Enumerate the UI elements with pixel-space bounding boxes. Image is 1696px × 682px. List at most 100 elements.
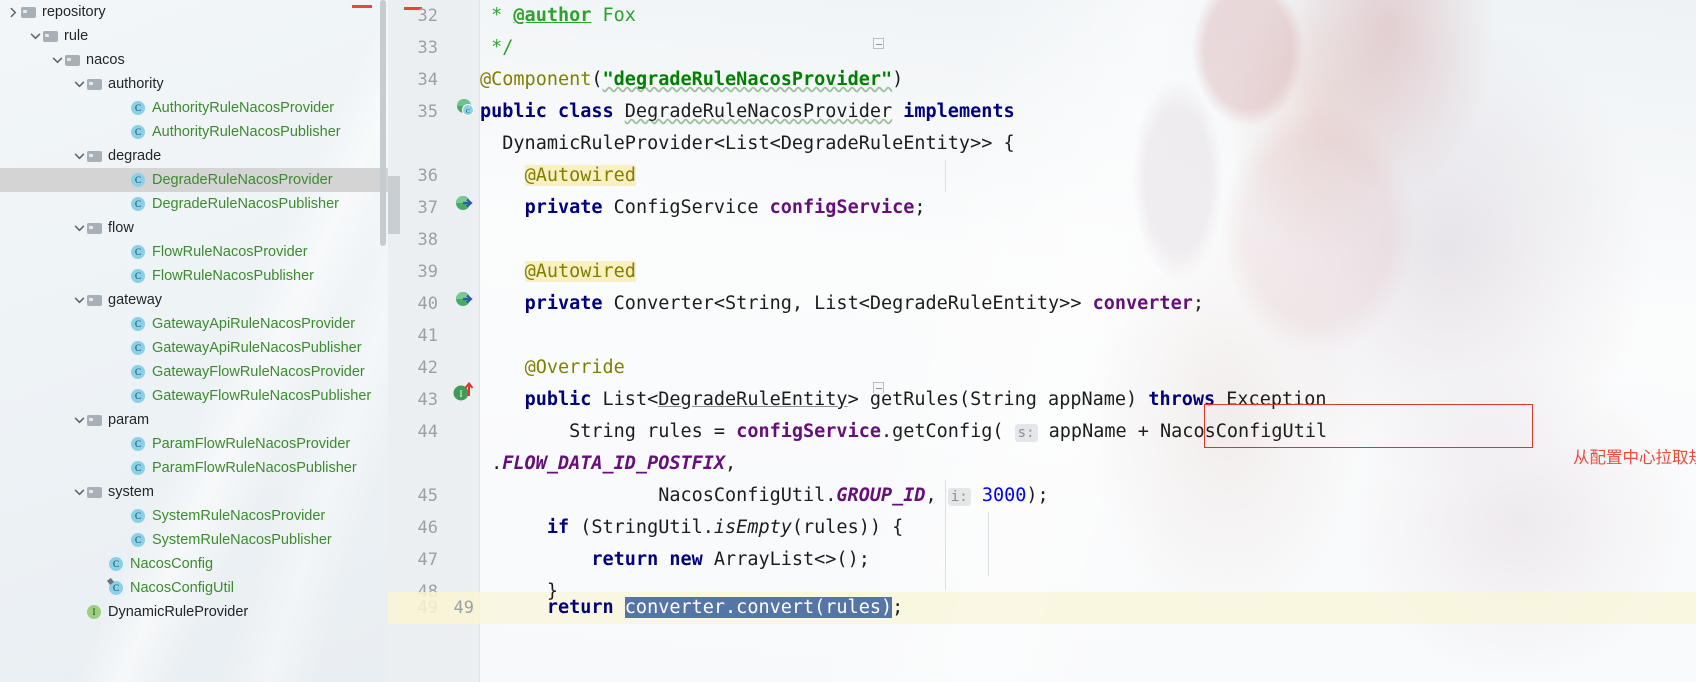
fold-region-marker[interactable] <box>456 5 478 27</box>
tree-item-nacosconfig[interactable]: NacosConfig <box>0 552 388 576</box>
tree-item-label: NacosConfig <box>130 556 214 572</box>
java-class-icon <box>108 556 125 572</box>
code-line-42[interactable]: @Override <box>480 352 625 384</box>
code-line-44-wrap[interactable]: .FLOW_DATA_ID_POSTFIX, <box>480 448 736 480</box>
code-line-39[interactable]: @Autowired <box>480 256 636 288</box>
line-number-45[interactable]: 45 <box>388 480 480 512</box>
tree-item-label: SystemRuleNacosProvider <box>152 508 326 524</box>
java-class-icon <box>130 316 147 332</box>
tree-item-gatewayflowrulenacosprovider[interactable]: GatewayFlowRuleNacosProvider <box>0 360 388 384</box>
code-line-46[interactable]: if (StringUtil.isEmpty(rules)) { <box>480 512 903 544</box>
line-number-36[interactable]: 36 <box>388 160 480 192</box>
tree-item-systemrulenacosprovider[interactable]: SystemRuleNacosProvider <box>0 504 388 528</box>
project-tree-list[interactable]: repository rule nacos authority AuthorityRul… <box>0 0 388 624</box>
code-line-34[interactable]: @Component("degradeRuleNacosProvider") <box>480 64 903 96</box>
folder-icon <box>86 484 103 500</box>
tree-item-label: NacosConfigUtil <box>130 580 234 596</box>
tree-item-label: AuthorityRuleNacosPublisher <box>152 124 341 140</box>
chevron-right-icon[interactable] <box>6 5 20 19</box>
chevron-down-icon[interactable] <box>28 29 42 43</box>
code-editor[interactable]: 323334353637383940414243444546474849 49 … <box>388 0 1696 682</box>
chevron-down-icon[interactable] <box>72 77 86 91</box>
tree-item-nacosconfigutil[interactable]: NacosConfigUtil <box>0 576 388 600</box>
tree-item-label: GatewayApiRuleNacosProvider <box>152 316 356 332</box>
code-line-36[interactable]: @Autowired <box>480 160 636 192</box>
tree-item-flowrulenacosprovider[interactable]: FlowRuleNacosProvider <box>0 240 388 264</box>
chevron-down-icon[interactable] <box>50 53 64 67</box>
overriding-method-icon-2[interactable] <box>455 290 477 312</box>
java-class-icon <box>130 172 147 188</box>
tree-item-degraderulenacosprovider[interactable]: DegradeRuleNacosProvider <box>0 168 388 192</box>
code-line-45[interactable]: NacosConfigUtil.GROUP_ID, i: 3000); <box>480 480 1049 512</box>
tree-item-nacos[interactable]: nacos <box>0 48 388 72</box>
line-number-39[interactable]: 39 <box>388 256 480 288</box>
chevron-down-icon[interactable] <box>72 293 86 307</box>
folder-icon <box>42 28 59 44</box>
class-implements-icon[interactable]: C <box>455 98 477 120</box>
tree-item-flowrulenacospublisher[interactable]: FlowRuleNacosPublisher <box>0 264 388 288</box>
code-line-43[interactable]: public List<DegradeRuleEntity> getRules(… <box>480 384 1327 416</box>
tree-item-label: ParamFlowRuleNacosProvider <box>152 436 351 452</box>
javadoc-author-tag: @author <box>513 5 592 26</box>
tree-item-system[interactable]: system <box>0 480 388 504</box>
tree-item-gatewayflowrulenacospublisher[interactable]: GatewayFlowRuleNacosPublisher <box>0 384 388 408</box>
tree-item-paramflowrulenacosprovider[interactable]: ParamFlowRuleNacosProvider <box>0 432 388 456</box>
code-line-40[interactable]: private Converter<String, List<DegradeRu… <box>480 288 1204 320</box>
java-class-icon <box>130 100 147 116</box>
tree-scrollbar-thumb[interactable] <box>380 0 386 246</box>
tree-item-dynamicruleprovider[interactable]: DynamicRuleProvider <box>0 600 388 624</box>
implementing-method-icon[interactable]: I <box>452 378 480 406</box>
collapse-all-minus-icon[interactable] <box>352 5 372 8</box>
line-number-46[interactable]: 46 <box>388 512 480 544</box>
code-line-37[interactable]: private ConfigService configService; <box>480 192 926 224</box>
tree-item-paramflowrulenacospublisher[interactable]: ParamFlowRuleNacosPublisher <box>0 456 388 480</box>
editor-selection[interactable]: converter.convert(rules) <box>624 597 893 618</box>
tree-arrow-placeholder <box>116 101 130 115</box>
line-number-38[interactable]: 38 <box>388 224 480 256</box>
chevron-down-icon[interactable] <box>72 413 86 427</box>
line-number-34[interactable]: 34 <box>388 64 480 96</box>
parameter-hint-s: s: <box>1014 424 1038 442</box>
tree-item-label: authority <box>108 76 164 92</box>
code-line-33[interactable]: */ <box>480 32 513 64</box>
chevron-down-icon[interactable] <box>72 485 86 499</box>
code-line-32[interactable]: * @author Fox <box>480 0 636 32</box>
tree-item-flow[interactable]: flow <box>0 216 388 240</box>
tree-arrow-placeholder <box>116 461 130 475</box>
code-line-35-wrap[interactable]: DynamicRuleProvider<List<DegradeRuleEnti… <box>480 128 1014 160</box>
tree-item-degraderulenacospublisher[interactable]: DegradeRuleNacosPublisher <box>0 192 388 216</box>
line-number-47[interactable]: 47 <box>388 544 480 576</box>
line-number-33[interactable]: 33 <box>388 32 480 64</box>
line-number-41[interactable]: 41 <box>388 320 480 352</box>
java-class-icon <box>130 268 147 284</box>
overriding-method-icon-1[interactable] <box>455 194 477 216</box>
tree-item-degrade[interactable]: degrade <box>0 144 388 168</box>
tree-item-authorityrulenacosprovider[interactable]: AuthorityRuleNacosProvider <box>0 96 388 120</box>
code-line-49[interactable]: return converter.convert(rules); <box>480 592 903 624</box>
tree-item-authorityrulenacospublisher[interactable]: AuthorityRuleNacosPublisher <box>0 120 388 144</box>
tree-item-label: system <box>108 484 154 500</box>
tree-item-param[interactable]: param <box>0 408 388 432</box>
java-class-icon <box>130 244 147 260</box>
line-number-44[interactable]: 44 <box>388 416 480 448</box>
project-tree-panel[interactable]: repository rule nacos authority AuthorityRul… <box>0 0 388 682</box>
tree-item-repository[interactable]: repository <box>0 0 388 24</box>
tree-item-systemrulenacospublisher[interactable]: SystemRuleNacosPublisher <box>0 528 388 552</box>
tree-item-label: rule <box>64 28 89 44</box>
code-line-44[interactable]: String rules = configService.getConfig( … <box>480 416 1327 448</box>
tree-scrollbar[interactable] <box>379 0 388 682</box>
code-line-35[interactable]: public class DegradeRuleNacosProvider im… <box>480 96 1015 128</box>
tree-item-rule[interactable]: rule <box>0 24 388 48</box>
tree-item-label: GatewayApiRuleNacosPublisher <box>152 340 362 356</box>
chevron-down-icon[interactable] <box>72 221 86 235</box>
tree-item-gatewayapirulenacosprovider[interactable]: GatewayApiRuleNacosProvider <box>0 312 388 336</box>
code-line-47[interactable]: return new ArrayList<>(); <box>480 544 869 576</box>
component-annotation-value: "degradeRuleNacosProvider" <box>602 69 893 90</box>
tree-item-authority[interactable]: authority <box>0 72 388 96</box>
tree-item-label: degrade <box>108 148 162 164</box>
code-text-layer[interactable]: * @author Fox */ @Component("degradeRule… <box>480 0 1696 682</box>
tree-item-gatewayapirulenacospublisher[interactable]: GatewayApiRuleNacosPublisher <box>0 336 388 360</box>
tree-item-gateway[interactable]: gateway <box>0 288 388 312</box>
chevron-down-icon[interactable] <box>72 149 86 163</box>
tree-arrow-placeholder <box>94 581 108 595</box>
